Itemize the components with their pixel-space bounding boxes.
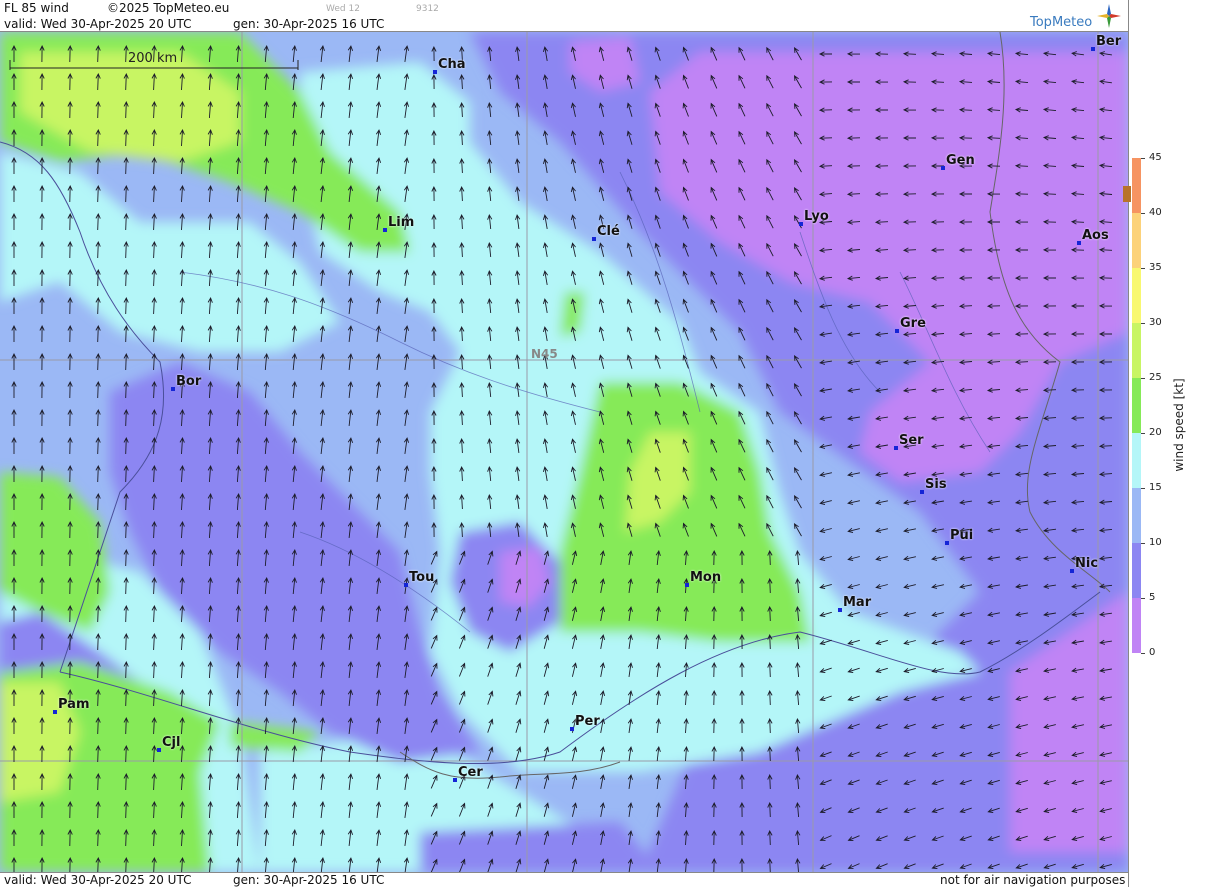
colorbar-segment (1132, 213, 1141, 268)
colorbar-tick-label: 35 (1149, 262, 1162, 273)
colorbar-segment (1132, 268, 1141, 323)
city-label: Clé (597, 224, 620, 239)
city-label: Per (575, 714, 600, 729)
city-marker (404, 583, 408, 587)
city-marker (685, 583, 689, 587)
city-label: Aos (1082, 228, 1109, 243)
colorbar-tick (1141, 158, 1145, 159)
compass-star-icon (1097, 4, 1121, 28)
city-marker (592, 237, 596, 241)
colorbar-tick-label: 20 (1149, 427, 1162, 438)
city-label: Mar (843, 595, 872, 610)
city-marker (53, 710, 57, 714)
generated-time-text: gen: 30-Apr-2025 16 UTC (233, 17, 385, 31)
city-marker (383, 228, 387, 232)
copyright-text: ©2025 TopMeteo.eu (107, 1, 230, 15)
city-label: Gen (946, 153, 975, 168)
city-label: Lim (388, 215, 415, 230)
colorbar-tick-label: 5 (1149, 592, 1156, 603)
code-small-text: 9312 (416, 4, 439, 14)
city-marker (895, 329, 899, 333)
colorbar-tick-label: 30 (1149, 317, 1162, 328)
city-label: Ser (899, 433, 924, 448)
topmeteo-logo[interactable]: TopMeteo (1026, 3, 1122, 31)
scale-bar-label: 200 km (128, 51, 178, 66)
valid-time-text: valid: Wed 30-Apr-2025 20 UTC (4, 17, 192, 31)
city-marker (171, 387, 175, 391)
city-marker (894, 446, 898, 450)
colorbar-tick-label: 45 (1149, 152, 1162, 163)
colorbar-segment (1132, 378, 1141, 433)
city-label: Cer (458, 765, 483, 780)
footer-generated-text: gen: 30-Apr-2025 16 UTC (233, 873, 385, 887)
city-marker (1070, 569, 1074, 573)
footer-bar: valid: Wed 30-Apr-2025 20 UTC gen: 30-Ap… (0, 872, 1128, 887)
city-marker (1077, 241, 1081, 245)
colorbar-segment (1132, 158, 1141, 213)
city-marker (1091, 47, 1095, 51)
colorbar-tick (1141, 433, 1145, 434)
disclaimer-text: not for air navigation purposes (940, 873, 1126, 887)
colorbar-tick (1141, 268, 1145, 269)
product-title: FL 85 wind (4, 1, 69, 15)
colorbar-segment (1132, 433, 1141, 488)
city-label: Pui (950, 528, 974, 543)
city-marker (838, 608, 842, 612)
city-marker (570, 727, 574, 731)
city-marker (453, 778, 457, 782)
colorbar-tick (1141, 653, 1145, 654)
city-label: Sis (925, 477, 947, 492)
colorbar-tick-label: 40 (1149, 207, 1162, 218)
city-label: Nic (1075, 556, 1099, 571)
footer-valid-text: valid: Wed 30-Apr-2025 20 UTC (4, 873, 192, 887)
city-label: Mon (690, 570, 722, 585)
colorbar-segment (1132, 598, 1141, 653)
colorbar-tick (1141, 378, 1145, 379)
colorbar-tick-label: 15 (1149, 482, 1162, 493)
city-marker (941, 166, 945, 170)
city-marker (157, 748, 161, 752)
day-small-text: Wed 12 (326, 4, 360, 14)
logo-text: TopMeteo (1030, 15, 1093, 30)
colorbar-segment (1132, 543, 1141, 598)
city-marker (945, 541, 949, 545)
legend-edge-marker (1123, 186, 1131, 202)
colorbar-tick-label: 0 (1149, 647, 1156, 658)
city-label: Pam (58, 697, 90, 712)
header-bar: FL 85 wind ©2025 TopMeteo.eu Wed 12 9312… (0, 0, 1128, 32)
colorbar-tick (1141, 488, 1145, 489)
colorbar-tick-label: 10 (1149, 537, 1162, 548)
legend-title: wind speed [kt] (1172, 378, 1186, 472)
city-marker (920, 490, 924, 494)
city-label: Lyo (804, 209, 829, 224)
colorbar-tick (1141, 543, 1145, 544)
colorbar-tick (1141, 598, 1145, 599)
color-legend: 45 40 35 30 25 20 15 10 5 0 wind speed [kt] (1123, 0, 1219, 887)
city-label: Cjl (162, 735, 181, 750)
graticule-label: N45 (531, 347, 558, 361)
colorbar-tick (1141, 213, 1145, 214)
colorbar-tick (1141, 323, 1145, 324)
city-label: Gre (900, 316, 926, 331)
colorbar-segment (1132, 323, 1141, 378)
city-label: Ber (1096, 34, 1122, 49)
colorbar-tick-label: 25 (1149, 372, 1162, 383)
city-label: Bor (176, 374, 202, 389)
city-label: Cha (438, 57, 466, 72)
city-marker (433, 70, 437, 74)
colorbar-segment (1132, 488, 1141, 543)
wind-map[interactable]: 200 km N45 Cha Lim Clé Lyo Gen Ber Aos Gre Bor Se… (0, 32, 1128, 872)
city-label: Tou (409, 570, 435, 585)
city-marker (799, 222, 803, 226)
